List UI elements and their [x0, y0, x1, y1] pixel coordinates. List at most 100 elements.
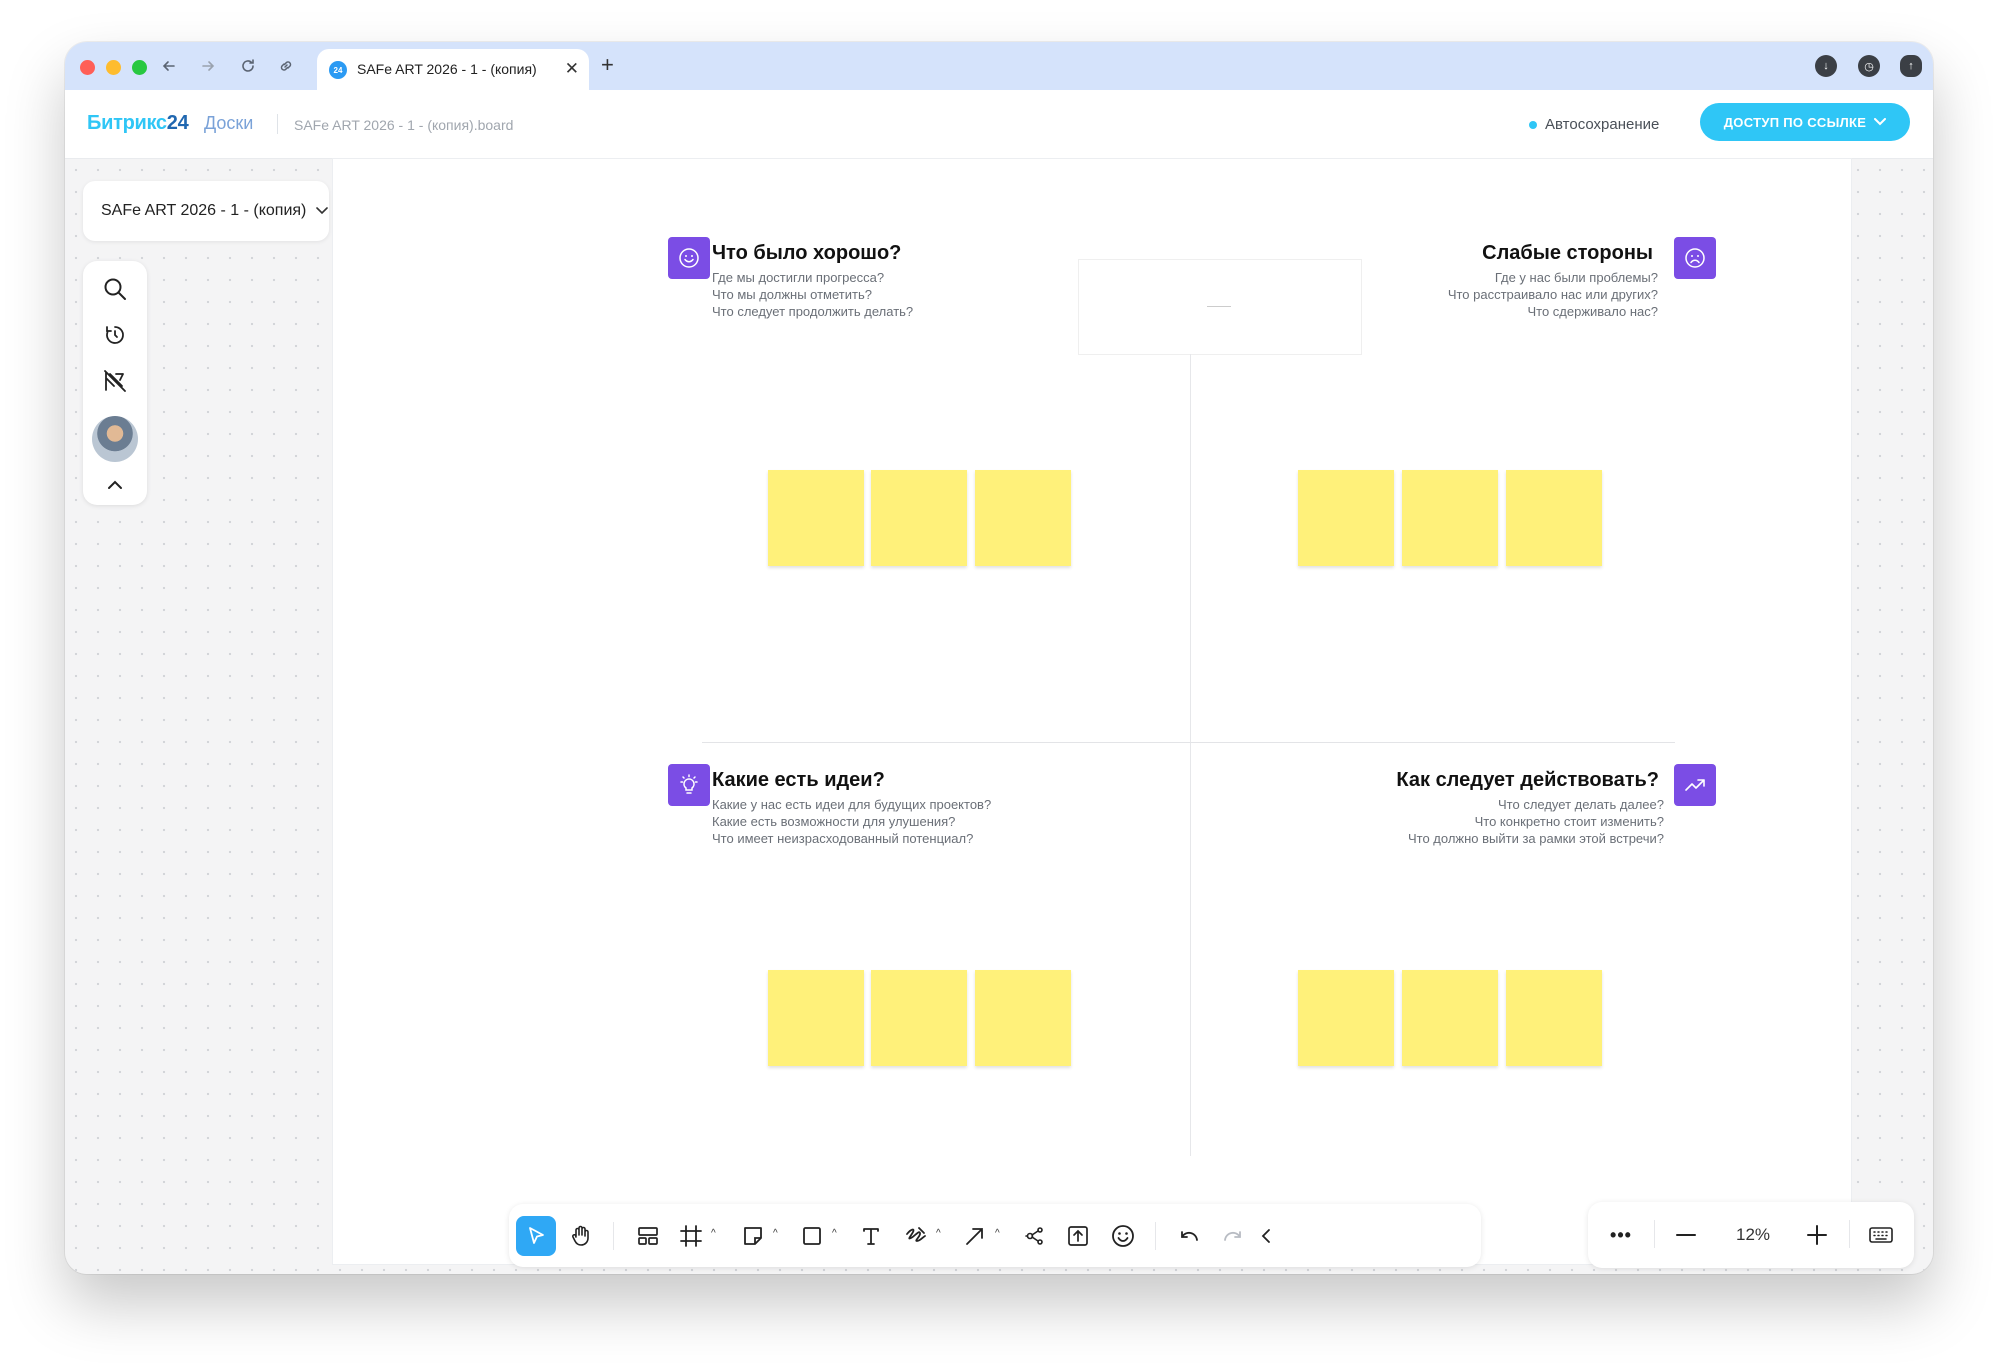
maximize-window-button[interactable]	[132, 60, 147, 75]
chevron-down-icon	[1874, 118, 1887, 126]
vertical-divider	[1190, 354, 1191, 1156]
chevron-up-icon[interactable]: ^	[832, 1228, 837, 1239]
toolbar-divider	[1654, 1220, 1655, 1248]
sticky-note[interactable]	[975, 470, 1071, 566]
quadrant-title-weak: Слабые стороны	[1482, 242, 1653, 264]
new-tab-button[interactable]: +	[601, 52, 614, 78]
browser-tab-bar: 24 SAFe ART 2026 - 1 - (копия) ✕ + ↓ ◷ ↑	[65, 42, 1933, 90]
retro-board-frame[interactable]: Что было хорошо? Где мы достигли прогрес…	[333, 159, 1851, 1264]
horizontal-divider	[702, 742, 1675, 743]
autosave-status: Автосохранение	[1529, 116, 1659, 133]
sticky-tool[interactable]	[733, 1216, 773, 1256]
board-file-name: SAFe ART 2026 - 1 - (копия).board	[294, 117, 514, 133]
minimize-window-button[interactable]	[106, 60, 121, 75]
tab-title: SAFe ART 2026 - 1 - (копия)	[357, 61, 537, 77]
quadrant-title-ideas: Какие есть идеи?	[712, 769, 885, 791]
placeholder-line	[1207, 306, 1231, 307]
hand-tool[interactable]	[561, 1216, 601, 1256]
sticky-note[interactable]	[975, 970, 1071, 1066]
sticky-note[interactable]	[768, 970, 864, 1066]
text-tool[interactable]	[851, 1216, 891, 1256]
chevron-up-icon[interactable]: ^	[995, 1228, 1000, 1239]
bottom-toolbar: ^ ^ ^ ^ ^	[509, 1204, 1481, 1267]
zoom-toolbar: ••• 12%	[1588, 1202, 1914, 1268]
quadrant-question: Где мы достигли прогресса?	[712, 270, 885, 285]
select-tool[interactable]	[516, 1216, 556, 1256]
zoom-out-icon[interactable]	[1669, 1218, 1703, 1252]
sticky-note[interactable]	[1298, 470, 1394, 566]
autosave-label: Автосохранение	[1545, 116, 1660, 133]
link-icon[interactable]	[274, 54, 298, 78]
sticky-note[interactable]	[1506, 970, 1602, 1066]
quadrant-question: Что имеет неизрасходованный потенциал?	[712, 831, 974, 846]
forward-arrow-icon[interactable]	[196, 54, 220, 78]
keyboard-icon[interactable]	[1864, 1218, 1898, 1252]
emoji-tool[interactable]	[1103, 1216, 1143, 1256]
autosave-dot-icon	[1529, 120, 1537, 129]
share-link-label: ДОСТУП ПО ССЫЛКЕ	[1723, 114, 1867, 130]
board-name-dropdown[interactable]: SAFe ART 2026 - 1 - (копия)	[83, 181, 329, 241]
center-text-box[interactable]	[1078, 259, 1362, 355]
quadrant-question: Что должно выйти за рамки этой встречи?	[1407, 831, 1664, 846]
logo-brand: Битрикс	[87, 112, 167, 134]
download-icon[interactable]: ↓	[1815, 55, 1837, 77]
tab-close-icon[interactable]: ✕	[565, 59, 579, 79]
avatar[interactable]	[92, 416, 138, 462]
quadrant-question: Что конкретно стоит изменить?	[1474, 814, 1664, 829]
chevron-up-icon[interactable]: ^	[773, 1228, 778, 1239]
sticky-note[interactable]	[1402, 470, 1498, 566]
bitrix-favicon-icon: 24	[329, 61, 347, 79]
logo-number: 24	[166, 112, 189, 134]
arrow-tool[interactable]	[955, 1216, 995, 1256]
collapse-toolbar-icon[interactable]	[1246, 1216, 1286, 1256]
undo-icon[interactable]	[1169, 1216, 1209, 1256]
sticky-note[interactable]	[871, 970, 967, 1066]
quadrant-title-actions: Как следует действовать?	[1396, 769, 1659, 791]
quadrant-question: Что следует продолжить делать?	[712, 304, 914, 319]
quadrant-question: Что мы должны отметить?	[712, 287, 872, 302]
chevron-down-icon	[316, 207, 329, 215]
sticky-note[interactable]	[1298, 970, 1394, 1066]
shape-tool[interactable]	[792, 1216, 832, 1256]
cloud-icon[interactable]: ↑	[1900, 55, 1922, 77]
upload-tool[interactable]	[1058, 1216, 1098, 1256]
quadrant-question: Что расстраивало нас или других?	[1447, 287, 1658, 302]
history-clock-icon[interactable]: ◷	[1858, 55, 1880, 77]
lightbulb-icon[interactable]	[668, 764, 710, 806]
quadrant-question: Какие есть возможности для улушения?	[712, 814, 956, 829]
timer-icon[interactable]	[99, 319, 131, 351]
collapse-icon[interactable]	[99, 469, 131, 501]
search-icon[interactable]	[99, 273, 131, 305]
back-arrow-icon[interactable]	[157, 54, 181, 78]
app-header: Битрикс24 Доски SAFe ART 2026 - 1 - (коп…	[65, 90, 1933, 159]
frame-tool[interactable]	[671, 1216, 711, 1256]
more-options-icon[interactable]: •••	[1604, 1218, 1638, 1252]
sticky-note[interactable]	[1506, 470, 1602, 566]
share-link-button[interactable]: ДОСТУП ПО ССЫЛКЕ	[1700, 103, 1910, 141]
sticky-note[interactable]	[1402, 970, 1498, 1066]
board-canvas[interactable]: Что было хорошо? Где мы достигли прогрес…	[65, 159, 1933, 1274]
no-draw-icon[interactable]	[99, 365, 131, 397]
bitrix24-logo[interactable]: Битрикс24	[87, 112, 189, 135]
pen-tool[interactable]	[896, 1216, 936, 1256]
chevron-up-icon[interactable]: ^	[711, 1228, 716, 1239]
smile-icon[interactable]	[668, 237, 710, 279]
sticky-note[interactable]	[768, 470, 864, 566]
layout-tool[interactable]	[628, 1216, 668, 1256]
mindmap-tool[interactable]	[1014, 1216, 1054, 1256]
chevron-up-icon[interactable]: ^	[936, 1228, 941, 1239]
toolbar-divider	[613, 1222, 614, 1250]
header-divider	[277, 114, 278, 134]
logo-product: Доски	[204, 113, 254, 133]
sticky-note[interactable]	[871, 470, 967, 566]
toolbar-divider	[1155, 1222, 1156, 1250]
close-window-button[interactable]	[80, 60, 95, 75]
trend-up-icon[interactable]	[1674, 764, 1716, 806]
browser-tab[interactable]: 24 SAFe ART 2026 - 1 - (копия) ✕	[317, 49, 589, 90]
board-name-label: SAFe ART 2026 - 1 - (копия)	[101, 202, 307, 219]
browser-window: 24 SAFe ART 2026 - 1 - (копия) ✕ + ↓ ◷ ↑…	[65, 42, 1933, 1274]
reload-icon[interactable]	[236, 54, 260, 78]
sad-face-icon[interactable]	[1674, 237, 1716, 279]
zoom-level[interactable]: 12%	[1723, 1225, 1783, 1245]
zoom-in-icon[interactable]	[1800, 1218, 1834, 1252]
